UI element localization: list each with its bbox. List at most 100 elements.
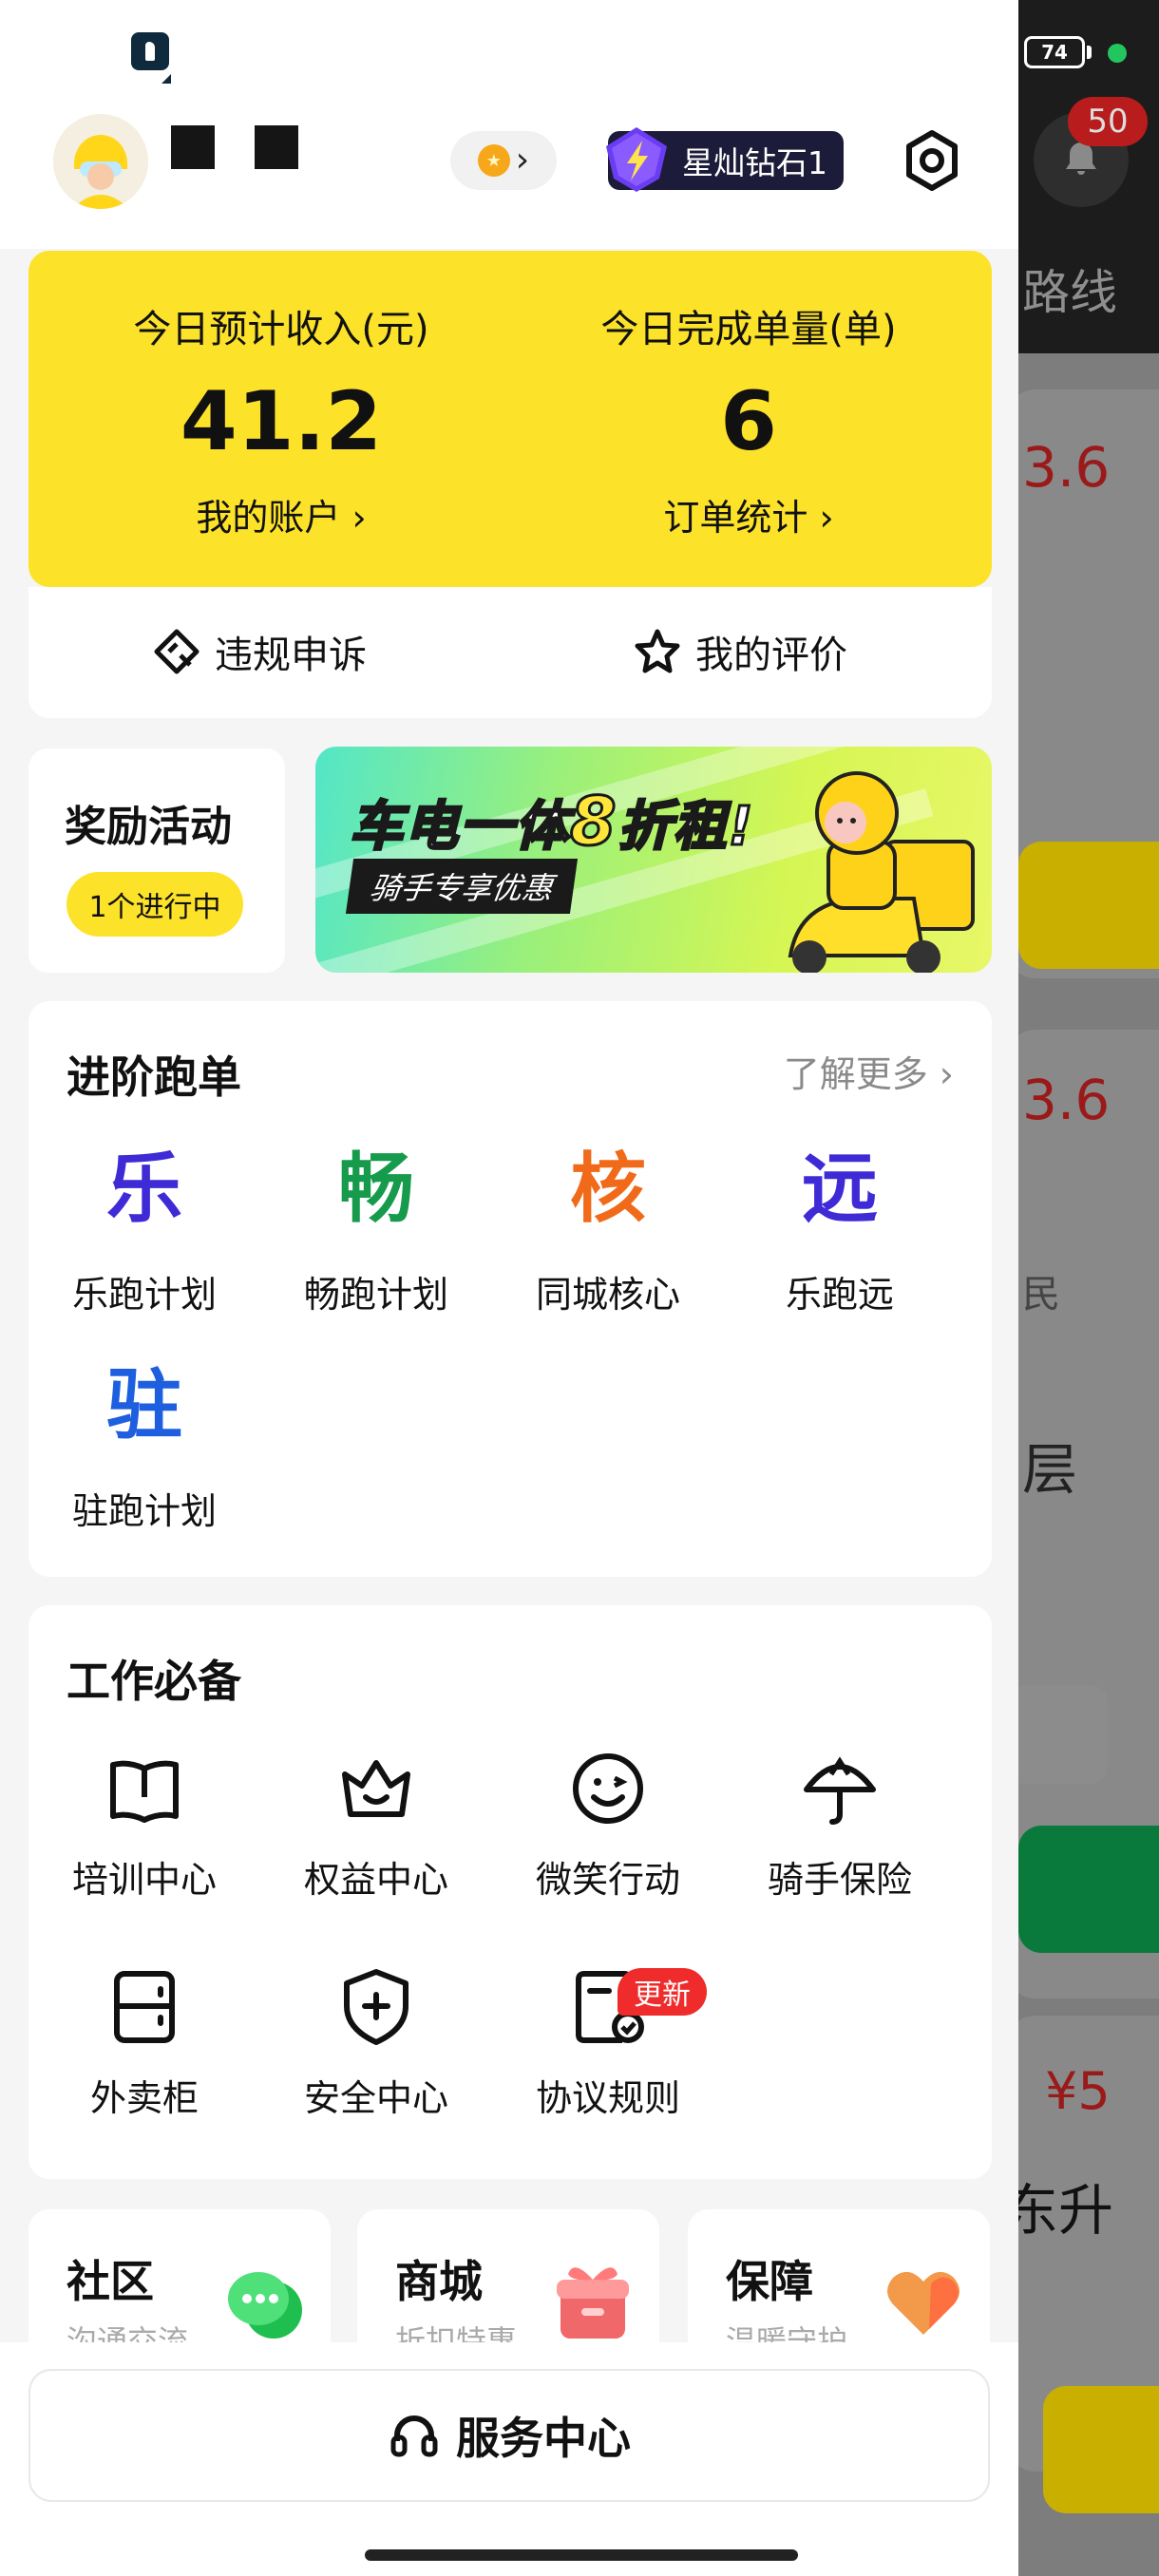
gift-icon	[557, 2267, 629, 2339]
coin-button[interactable]: ★ ›	[450, 131, 557, 190]
plan-glyph: 畅	[338, 1145, 414, 1233]
orders-title: 今日完成单量(单)	[600, 308, 897, 351]
tool-label: 协议规则	[535, 2077, 680, 2119]
book-icon	[110, 1760, 179, 1823]
bg-price-1: 3.6	[1022, 435, 1111, 500]
bg-price-3: ¥5	[1045, 2061, 1111, 2121]
learn-more-link[interactable]: 了解更多 ›	[784, 1045, 954, 1097]
gear-icon[interactable]	[901, 129, 963, 192]
tool-item-training[interactable]: 培训中心	[28, 1746, 260, 1903]
redacted-name-block-2	[255, 125, 298, 169]
banner-subline: 骑手专享优惠	[345, 859, 579, 914]
plan-label: 同城核心	[535, 1274, 680, 1316]
quick-actions-row: 违规申诉 我的评价	[28, 587, 992, 718]
tool-label: 骑手保险	[767, 1859, 912, 1901]
bg-text-min: 民	[1022, 1273, 1060, 1316]
chat-bubble-icon	[228, 2272, 302, 2339]
headset-icon	[390, 2415, 438, 2457]
locker-icon	[114, 1971, 175, 2043]
earnings-card: 今日预计收入(元) 41.2 我的账户 › 今日完成单量(单) 6 订单统计 ›	[28, 251, 992, 587]
plan-item-changpao[interactable]: 畅 畅跑计划	[260, 1151, 492, 1317]
essentials-title: 工作必备	[66, 1656, 241, 1707]
income-value: 41.2	[180, 374, 383, 469]
bg-dropdown	[1007, 1685, 1108, 1784]
advanced-section: 进阶跑单 了解更多 › 乐 乐跑计划 畅 畅跑计划 核 同城核心 远 乐跑远 驻…	[28, 1001, 992, 1577]
tool-item-smile[interactable]: 微笑行动	[492, 1746, 724, 1903]
tool-item-insurance[interactable]: 骑手保险	[724, 1746, 956, 1903]
umbrella-icon	[804, 1756, 876, 1825]
battery-indicator: 74	[1024, 36, 1085, 68]
plan-glyph: 远	[802, 1145, 878, 1233]
rewards-card[interactable]: 奖励活动 1个进行中	[28, 748, 285, 973]
chevron-right-icon: ›	[515, 141, 530, 180]
essentials-section: 工作必备 培训中心 权益中心 微笑行动 骑手保险 外卖柜 安全中心 协议规则	[28, 1605, 992, 2179]
wink-smile-icon	[573, 1753, 643, 1824]
notification-count: 50	[1087, 103, 1129, 141]
side-drawer: ★ › 星灿钻石1 今日预计收入(元) 41.2 我的账户 › 今日完成单量(单…	[0, 0, 1018, 2576]
network-dot	[1108, 44, 1127, 63]
plan-item-zhupao[interactable]: 驻 驻跑计划	[28, 1368, 260, 1534]
plan-glyph: 核	[570, 1145, 646, 1233]
service-bar: 服务中心	[0, 2342, 1018, 2576]
home-indicator[interactable]	[365, 2549, 798, 2561]
my-account-link[interactable]: 我的账户 ›	[82, 488, 481, 540]
appeal-label: 违规申诉	[215, 634, 367, 677]
plan-item-lepao[interactable]: 乐 乐跑计划	[28, 1151, 260, 1317]
level-badge[interactable]: 星灿钻石1	[606, 127, 844, 192]
star-icon	[635, 629, 680, 673]
crown-icon	[342, 1760, 410, 1817]
plan-label: 畅跑计划	[303, 1274, 448, 1316]
update-badge: 更新	[618, 1968, 707, 2016]
income-title: 今日预计收入(元)	[133, 308, 429, 351]
rider-avatar-icon	[53, 114, 148, 209]
status-app-icon	[131, 32, 169, 70]
order-stats-link[interactable]: 订单统计 ›	[549, 488, 948, 540]
tool-label: 安全中心	[303, 2077, 448, 2119]
rewards-title: 奖励活动	[65, 803, 232, 851]
tool-item-locker[interactable]: 外卖柜	[28, 1964, 260, 2121]
bg-price-2: 3.6	[1022, 1068, 1111, 1132]
coin-icon: ★	[477, 144, 510, 177]
my-reviews-label: 我的评价	[695, 634, 847, 677]
banner-headline-number: 8	[569, 782, 618, 862]
rewards-active-pill: 1个进行中	[66, 872, 243, 937]
community-title: 社区	[66, 2256, 154, 2307]
plan-item-tongcheng[interactable]: 核 同城核心	[492, 1151, 724, 1317]
advanced-title: 进阶跑单	[66, 1051, 241, 1103]
appeal-button[interactable]: 违规申诉	[152, 623, 367, 680]
battery-level: 74	[1041, 41, 1068, 64]
shield-plus-icon	[344, 1969, 408, 2045]
plan-label: 驻跑计划	[71, 1490, 217, 1532]
banner-headline: 车电一体8折租!	[349, 782, 754, 862]
rider-scooter-icon	[788, 771, 975, 973]
bg-yellow-button-1	[1018, 842, 1159, 969]
battery-tip	[1087, 46, 1092, 59]
lightning-diamond-icon	[606, 127, 667, 192]
bg-text-rise: 东升	[1003, 2178, 1114, 2243]
plan-glyph: 乐	[106, 1145, 182, 1233]
tool-label: 微笑行动	[535, 1859, 680, 1901]
tool-label: 外卖柜	[89, 2077, 199, 2119]
my-reviews-button[interactable]: 我的评价	[633, 623, 847, 680]
bg-text-floor: 层	[1022, 1437, 1078, 1502]
level-label: 星灿钻石1	[682, 144, 827, 181]
plan-item-lepaoyuan[interactable]: 远 乐跑远	[724, 1151, 956, 1317]
plan-label: 乐跑远	[785, 1274, 894, 1316]
mall-title: 商城	[395, 2256, 483, 2307]
avatar[interactable]	[53, 114, 148, 209]
service-center-button[interactable]: 服务中心	[28, 2369, 990, 2502]
plan-glyph: 驻	[106, 1361, 182, 1449]
promo-banner[interactable]: 车电一体8折租! 骑手专享优惠	[315, 747, 992, 973]
heart-icon	[887, 2271, 960, 2335]
bg-route-label: 路线	[1022, 265, 1117, 320]
redacted-name-block-1	[171, 125, 215, 169]
orders-value: 6	[720, 374, 777, 469]
notification-count-badge: 50	[1068, 97, 1148, 146]
service-center-label: 服务中心	[456, 2413, 631, 2464]
banner-headline-pre: 车电一体	[349, 795, 570, 860]
appeal-icon	[154, 629, 200, 674]
tool-label: 培训中心	[71, 1859, 217, 1901]
tool-item-safety[interactable]: 安全中心	[260, 1964, 492, 2121]
tool-item-benefits[interactable]: 权益中心	[260, 1746, 492, 1903]
plan-label: 乐跑计划	[71, 1274, 217, 1316]
